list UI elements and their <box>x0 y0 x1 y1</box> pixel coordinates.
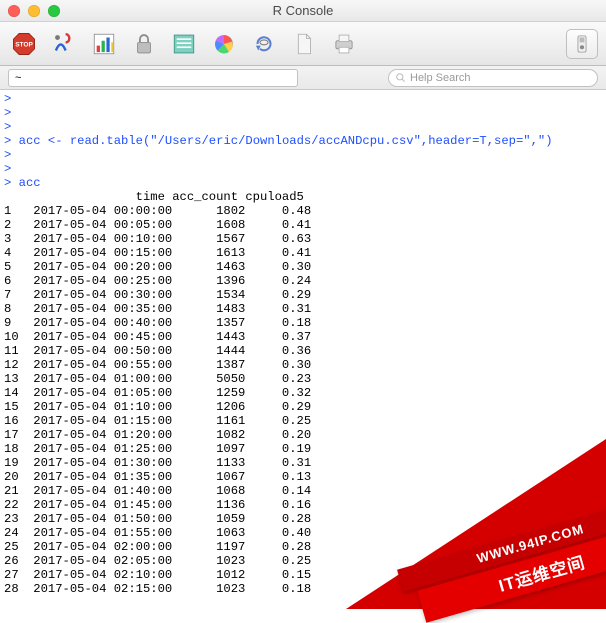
lock-icon <box>130 31 158 57</box>
table-row: 26 2017-05-04 02:05:00 1023 0.25 <box>4 554 311 568</box>
help-search-field[interactable]: Help Search <box>388 69 598 87</box>
list-button[interactable] <box>168 29 200 59</box>
window-title: R Console <box>0 3 606 18</box>
new-document-button[interactable] <box>288 29 320 59</box>
table-header: time acc_count cpuload5 <box>4 190 304 204</box>
table-row: 4 2017-05-04 00:15:00 1613 0.41 <box>4 246 311 260</box>
window-controls <box>8 5 60 17</box>
table-row: 24 2017-05-04 01:55:00 1063 0.40 <box>4 526 311 540</box>
color-button[interactable] <box>208 29 240 59</box>
table-row: 6 2017-05-04 00:25:00 1396 0.24 <box>4 274 311 288</box>
table-row: 12 2017-05-04 00:55:00 1387 0.30 <box>4 358 311 372</box>
toolbar: STOP <box>0 22 606 66</box>
table-row: 25 2017-05-04 02:00:00 1197 0.28 <box>4 540 311 554</box>
zoom-window-button[interactable] <box>48 5 60 17</box>
color-wheel-icon <box>210 31 238 57</box>
help-search-placeholder: Help Search <box>410 72 471 84</box>
print-icon <box>330 31 358 57</box>
svg-text:STOP: STOP <box>15 41 33 48</box>
print-button[interactable] <box>328 29 360 59</box>
table-row: 3 2017-05-04 00:10:00 1567 0.63 <box>4 232 311 246</box>
close-window-button[interactable] <box>8 5 20 17</box>
window-titlebar: R Console <box>0 0 606 22</box>
table-row: 22 2017-05-04 01:45:00 1136 0.16 <box>4 498 311 512</box>
table-row: 17 2017-05-04 01:20:00 1082 0.20 <box>4 428 311 442</box>
chart-button[interactable] <box>88 29 120 59</box>
stop-icon: STOP <box>10 31 38 57</box>
table-row: 11 2017-05-04 00:50:00 1444 0.36 <box>4 344 311 358</box>
table-row: 27 2017-05-04 02:10:00 1012 0.15 <box>4 568 311 582</box>
lock-button[interactable] <box>128 29 160 59</box>
chart-icon <box>90 31 118 57</box>
table-row: 21 2017-05-04 01:40:00 1068 0.14 <box>4 484 311 498</box>
source-icon <box>50 31 78 57</box>
table-row: 16 2017-05-04 01:15:00 1161 0.25 <box>4 414 311 428</box>
table-row: 2 2017-05-04 00:05:00 1608 0.41 <box>4 218 311 232</box>
table-row: 23 2017-05-04 01:50:00 1059 0.28 <box>4 512 311 526</box>
table-row: 20 2017-05-04 01:35:00 1067 0.13 <box>4 470 311 484</box>
minimize-window-button[interactable] <box>28 5 40 17</box>
table-row: 8 2017-05-04 00:35:00 1483 0.31 <box>4 302 311 316</box>
prefs-icon <box>568 31 596 57</box>
table-row: 19 2017-05-04 01:30:00 1133 0.31 <box>4 456 311 470</box>
working-directory-field[interactable]: ~ <box>8 69 298 87</box>
list-icon <box>170 31 198 57</box>
table-row: 10 2017-05-04 00:45:00 1443 0.37 <box>4 330 311 344</box>
table-row: 1 2017-05-04 00:00:00 1802 0.48 <box>4 204 311 218</box>
table-row: 28 2017-05-04 02:15:00 1023 0.18 <box>4 582 311 596</box>
path-search-row: ~ Help Search <box>0 66 606 90</box>
working-directory-value: ~ <box>15 72 21 84</box>
table-row: 14 2017-05-04 01:05:00 1259 0.32 <box>4 386 311 400</box>
preferences-button[interactable] <box>566 29 598 59</box>
table-row: 9 2017-05-04 00:40:00 1357 0.18 <box>4 316 311 330</box>
refresh-icon <box>250 31 278 57</box>
table-row: 7 2017-05-04 00:30:00 1534 0.29 <box>4 288 311 302</box>
table-row: 18 2017-05-04 01:25:00 1097 0.19 <box>4 442 311 456</box>
refresh-button[interactable] <box>248 29 280 59</box>
source-button[interactable] <box>48 29 80 59</box>
table-row: 13 2017-05-04 01:00:00 5050 0.23 <box>4 372 311 386</box>
table-row: 5 2017-05-04 00:20:00 1463 0.30 <box>4 260 311 274</box>
newdoc-icon <box>290 31 318 57</box>
table-row: 15 2017-05-04 01:10:00 1206 0.29 <box>4 400 311 414</box>
search-icon <box>395 72 406 83</box>
stop-button[interactable]: STOP <box>8 29 40 59</box>
